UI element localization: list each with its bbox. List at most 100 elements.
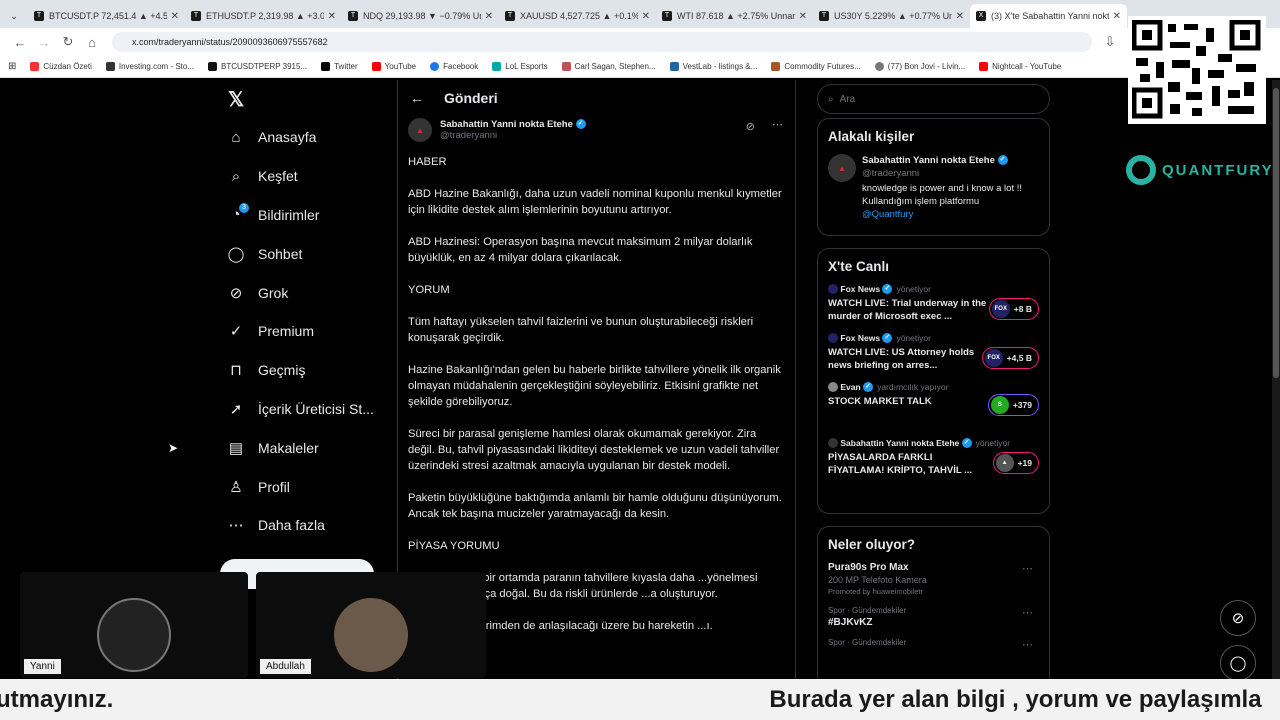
person-icon: ♙ xyxy=(229,478,243,496)
avatar[interactable]: ▲ xyxy=(828,154,856,182)
youtube-icon xyxy=(30,62,40,71)
messages-fab[interactable]: ◯ xyxy=(1220,645,1256,681)
live-item[interactable]: Sabahattin Yanni nokta Etehe ✓ yönetiyor … xyxy=(828,438,1039,477)
bookmark-item[interactable]: Carl Sagan, Stephen... xyxy=(561,62,656,71)
more-options-icon[interactable]: ⋯ xyxy=(1022,638,1033,651)
url-field[interactable]: x.com/traderyanni/status/209009360697555… xyxy=(112,32,1092,52)
bookmark-item[interactable]: Twitter xyxy=(321,62,358,71)
sidebar-item-profile[interactable]: ♙ Profil xyxy=(220,467,396,506)
trend-item[interactable]: Spor · Gündemdekiler #BJKvKZ ⋯ xyxy=(828,606,1039,628)
live-item[interactable]: Fox News ✓ yönetiyor WATCH LIVE: Trial un… xyxy=(828,284,1039,323)
browser-tab[interactable]: T XAUUSD 4,527.725 ▲ +0.1% U ✕ xyxy=(499,4,656,28)
quantfury-logo: QUANTFURY xyxy=(1126,155,1274,185)
apps-icon[interactable]: ⊞ xyxy=(8,61,16,72)
close-icon[interactable]: ✕ xyxy=(485,11,493,22)
bookmark-item[interactable]: Cüzdan Özeti xyxy=(30,62,92,71)
sidebar-item-articles[interactable]: ▤ Makaleler xyxy=(220,428,396,467)
bookmark-item[interactable]: Facebook xyxy=(430,62,478,71)
qr-code-image xyxy=(1131,19,1261,119)
browser-tab[interactable]: T US30Y 5.229% ▲ +0.77% Unna ✕ xyxy=(813,4,970,28)
close-icon[interactable]: ✕ xyxy=(956,11,964,22)
bookmark-item[interactable]: Investing.com - Sto... xyxy=(105,62,194,71)
sidebar-item-notifications[interactable]: ◔ 3 Bildirimler xyxy=(220,196,396,235)
related-name[interactable]: Sabahattin Yanni nokta Etehe xyxy=(862,155,995,166)
page-title: Gönderi xyxy=(444,90,498,106)
bookmark-item[interactable]: BTCUSDTPERP 3915... xyxy=(208,62,307,71)
rocket-icon: ➚ xyxy=(229,400,243,418)
x-logo-icon: X xyxy=(976,11,986,21)
avatar xyxy=(334,598,408,672)
sidebar-item-bookmarks[interactable]: ⊓ Geçmiş xyxy=(220,351,396,390)
author-handle[interactable]: @traderyanni xyxy=(440,130,586,141)
browser-tab[interactable]: T NDQ 29,193.98 ▼ −0.79% Unn ✕ xyxy=(342,4,499,28)
webcam-tile-abdullah: Abdullah xyxy=(256,572,486,678)
post-header: ← Gönderi xyxy=(398,80,795,116)
x-logo-icon[interactable]: 𝕏 xyxy=(220,80,396,118)
verified-icon: ✓ xyxy=(961,438,972,448)
scrollbar-thumb[interactable] xyxy=(1273,88,1279,378)
verified-icon: ✓ xyxy=(575,119,586,130)
related-handle[interactable]: @traderyanni xyxy=(862,167,1039,180)
search-input[interactable]: ⌕ Ara xyxy=(817,84,1050,114)
sidebar-item-premium[interactable]: ✓ Premium xyxy=(220,312,396,351)
home-icon[interactable]: ⌂ xyxy=(80,35,104,50)
bell-icon: ◔ 3 xyxy=(228,202,249,223)
premium-icon: ✓ xyxy=(229,323,243,341)
listener-pill[interactable]: ▲ +19 xyxy=(992,452,1039,474)
listener-pill[interactable]: S +379 xyxy=(987,394,1039,416)
lol-esports-icon xyxy=(492,62,502,71)
sidebar-item-chat[interactable]: ◯ Sohbet xyxy=(220,234,396,273)
back-arrow-icon[interactable]: ← xyxy=(410,90,424,106)
more-icon: ⋯ xyxy=(228,517,244,535)
bookmark-item[interactable]: YouTube xyxy=(371,62,416,71)
browser-tab-active[interactable]: X (3) X'te Sabahattin Yanni nokta ✕ xyxy=(970,4,1127,28)
grok-icon: ⊘ xyxy=(1231,610,1245,627)
trends-card: Neler oluyor? Pura90s Pro Max 200 MP Tel… xyxy=(817,526,1050,696)
sidebar-item-home[interactable]: ⌂ Anasayfa xyxy=(220,118,396,157)
trend-item[interactable]: Spor · Gündemdekiler ⋯ xyxy=(828,638,1039,651)
bookmark-item[interactable]: VestLab - listings &... xyxy=(669,62,757,71)
more-options-icon[interactable]: ⋯ xyxy=(772,118,783,131)
sidebar-item-explore[interactable]: ⌕ Keşfet xyxy=(220,157,396,196)
quantfury-link[interactable]: @Quantfury xyxy=(862,208,1039,221)
grok-icon[interactable]: ⊘ xyxy=(746,120,755,133)
tradingview-icon: T xyxy=(34,11,44,21)
browser-tab[interactable]: T WTI 87.618 ▲ +2.75% Unname ✕ xyxy=(656,4,813,28)
listener-pill[interactable]: FOX +4,5 B xyxy=(981,347,1039,369)
close-icon[interactable]: ✕ xyxy=(799,11,807,22)
webcam-name: Abdullah xyxy=(260,659,311,674)
author-name[interactable]: Sabahattin Yanni nokta Etehe xyxy=(440,119,573,130)
chat-icon: ◯ xyxy=(227,245,245,263)
grok-fab[interactable]: ⊘ xyxy=(1220,600,1256,636)
youtube-icon xyxy=(979,62,989,71)
sidebar-item-grok[interactable]: ⊘ Grok xyxy=(220,273,396,312)
bookmark-item[interactable]: LoL Esports xyxy=(492,62,548,71)
sidebar-item-creator-studio[interactable]: ➚ İçerik Üreticisi St... xyxy=(220,390,396,429)
live-item[interactable]: Fox News ✓ yönetiyor WATCH LIVE: US Attor… xyxy=(828,333,1039,372)
avatar[interactable]: ▲ xyxy=(408,118,432,142)
browser-tab[interactable]: TETHUSDT.P 2,319.98 ▲ +3.01%✕ xyxy=(185,4,342,28)
close-icon[interactable]: ✕ xyxy=(642,11,650,22)
forward-arrow-icon[interactable]: → xyxy=(32,35,56,50)
close-icon[interactable]: ✕ xyxy=(1113,11,1121,22)
back-arrow-icon[interactable]: ← xyxy=(8,35,32,50)
bookmark-item[interactable]: (77) Bon Jovi - Livin... xyxy=(874,62,965,71)
bookmark-item[interactable]: Commodity Futures... xyxy=(771,62,861,71)
more-options-icon[interactable]: ⋯ xyxy=(1022,562,1033,575)
qr-code xyxy=(1128,16,1266,124)
browser-tab[interactable]: TBTCUSDT.P 72,451.4 ▲ +4.53%✕ xyxy=(28,4,185,28)
tab-list-button[interactable]: ⌄ xyxy=(0,4,28,28)
tradingview-icon: T xyxy=(819,11,829,21)
close-icon[interactable]: ✕ xyxy=(328,11,336,22)
listener-pill[interactable]: FOX +8 B xyxy=(988,298,1039,320)
trend-item[interactable]: Pura90s Pro Max 200 MP Telefoto Kamera P… xyxy=(828,562,1039,596)
live-item[interactable]: Evan ✓ yardımcılık yapıyor STOCK MARKET T… xyxy=(828,382,1039,428)
sidebar-item-more[interactable]: ⋯ Daha fazla xyxy=(220,506,396,545)
facebook-icon xyxy=(430,62,440,71)
bookmark-item[interactable]: Nightcall - YouTube xyxy=(979,62,1061,71)
close-icon[interactable]: ✕ xyxy=(171,11,179,22)
reload-icon[interactable]: ↻ xyxy=(56,34,80,50)
more-options-icon[interactable]: ⋯ xyxy=(1022,606,1033,619)
post-body: HABER ABD Hazine Bakanlığı, daha uzun va… xyxy=(408,156,782,632)
install-icon[interactable]: ⇩ xyxy=(1098,34,1122,50)
